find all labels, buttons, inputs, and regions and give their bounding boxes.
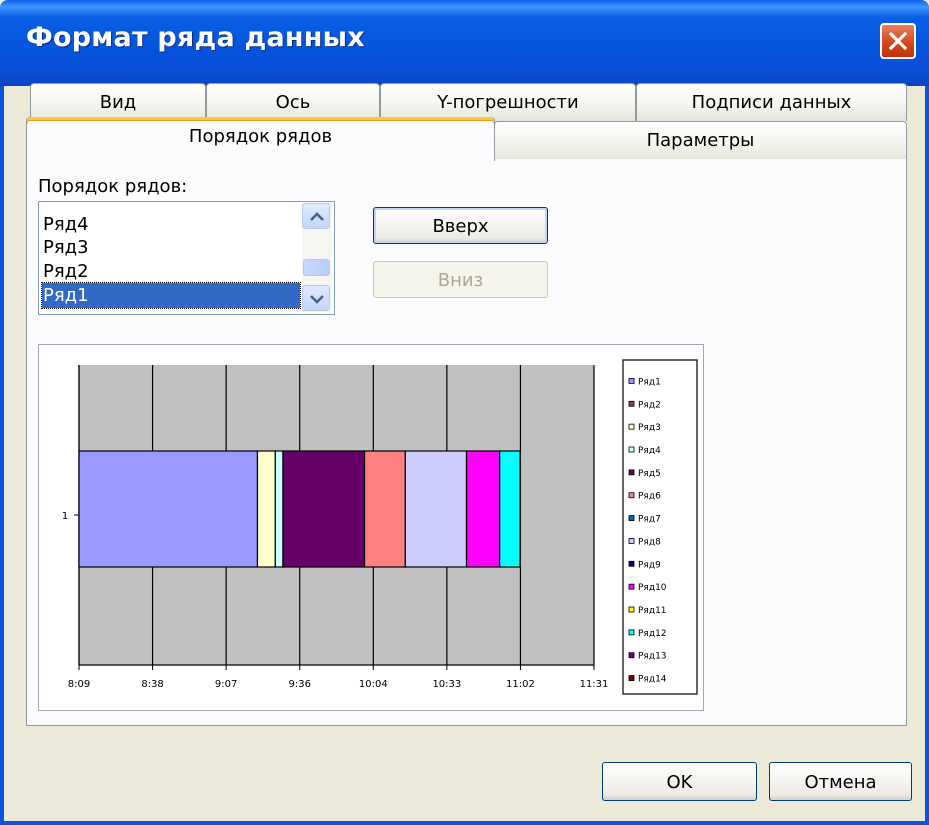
button-label: OK: [666, 772, 693, 793]
legend-swatch: [628, 492, 635, 499]
legend-swatch: [628, 606, 635, 613]
tab-label: Порядок рядов: [188, 126, 333, 147]
legend-swatch: [628, 652, 635, 659]
bar-segment: [256, 450, 276, 568]
button-label: Вниз: [437, 270, 484, 291]
bar-segment: [499, 450, 521, 568]
close-button[interactable]: [880, 23, 916, 59]
legend-label: Ряд14: [638, 675, 667, 685]
legend-label: Ряд5: [638, 469, 661, 479]
bar-segment: [78, 450, 259, 568]
ok-button[interactable]: OK: [602, 762, 757, 801]
list-item[interactable]: Ряд4: [42, 212, 89, 237]
tab-data-labels[interactable]: Подписи данных: [636, 83, 907, 121]
legend-label: Ряд7: [638, 515, 661, 525]
legend-swatch: [628, 515, 635, 521]
tab-label: Параметры: [646, 130, 755, 151]
scroll-down-button[interactable]: [302, 285, 330, 311]
list-item[interactable]: Ряд3: [42, 235, 89, 260]
legend-swatch: [628, 469, 635, 476]
legend-swatch: [628, 560, 635, 567]
window-title: Формат ряда данных: [26, 22, 365, 53]
tab-label: Y-погрешности: [437, 92, 579, 113]
x-tick-label: 10:33: [432, 679, 461, 690]
tab-vid[interactable]: Вид: [30, 83, 206, 121]
close-icon: [888, 31, 908, 51]
legend-label: Ряд13: [638, 652, 667, 662]
tab-series-order[interactable]: Порядок рядов: [26, 117, 495, 161]
scroll-up-button[interactable]: [302, 203, 330, 229]
legend-label: Ряд3: [638, 423, 661, 433]
legend-label: Ряд11: [638, 606, 667, 616]
legend-swatch: [628, 629, 635, 636]
button-label: Вверх: [432, 216, 489, 237]
legend-swatch: [628, 675, 635, 681]
x-tick-label: 10:04: [359, 679, 388, 690]
tab-os[interactable]: Ось: [206, 83, 380, 121]
button-label: Отмена: [804, 772, 877, 793]
legend-label: Ряд2: [638, 400, 661, 410]
x-tick-label: 9:07: [215, 679, 237, 690]
bar-segment: [465, 450, 501, 568]
x-tick-label: 9:36: [288, 679, 310, 690]
cancel-button[interactable]: Отмена: [769, 762, 912, 801]
x-tick-label: 11:31: [580, 679, 609, 690]
legend-swatch: [628, 378, 635, 384]
legend-swatch: [628, 583, 635, 590]
list-item-selected[interactable]: Ряд1: [41, 282, 301, 309]
x-tick-label: 8:38: [141, 679, 163, 690]
legend-swatch: [628, 538, 635, 544]
bar-segment: [274, 450, 284, 568]
legend-swatch: [628, 400, 635, 407]
x-tick-label: 11:02: [506, 679, 535, 690]
legend-label: Ряд9: [638, 560, 661, 570]
tab-label: Вид: [99, 92, 137, 113]
legend-swatch: [628, 446, 635, 453]
y-tick-label: 1: [62, 511, 68, 522]
tab-y-errors[interactable]: Y-погрешности: [380, 83, 636, 121]
bar-segment: [363, 450, 406, 568]
x-tick-label: 8:09: [68, 679, 90, 690]
chevron-up-icon: [310, 212, 324, 221]
legend-label: Ряд6: [638, 492, 661, 502]
scroll-thumb[interactable]: [303, 259, 330, 276]
legend-label: Ряд12: [638, 629, 667, 639]
legend-label: Ряд8: [638, 537, 661, 547]
title-bar[interactable]: Формат ряда данных: [0, 0, 929, 86]
list-item[interactable]: Ряд2: [42, 259, 89, 284]
legend-label: Ряд1: [638, 377, 661, 387]
bar-segment: [404, 450, 468, 568]
legend-label: Ряд10: [638, 583, 667, 593]
legend-label: Ряд4: [638, 446, 661, 456]
legend-swatch: [628, 423, 635, 430]
chevron-down-icon: [310, 295, 324, 304]
tab-params[interactable]: Параметры: [494, 121, 907, 159]
chart-svg: 8:09 8:38 9:07 9:36 10:04 10:33 11:02 11:31 1 Ряд…: [62, 359, 698, 695]
series-order-label: Порядок рядов:: [38, 176, 188, 197]
tab-label: Подписи данных: [691, 92, 852, 113]
bar-segment: [282, 450, 366, 568]
listbox-scrollbar[interactable]: [302, 203, 332, 312]
move-down-button[interactable]: Вниз: [373, 261, 548, 298]
series-order-listbox[interactable]: Ряд4 Ряд3 Ряд2 Ряд1: [38, 201, 335, 315]
chart-preview: 8:09 8:38 9:07 9:36 10:04 10:33 11:02 11:31 1 Ряд…: [38, 344, 704, 711]
tab-label: Ось: [275, 92, 311, 113]
move-up-button[interactable]: Вверх: [373, 207, 548, 244]
